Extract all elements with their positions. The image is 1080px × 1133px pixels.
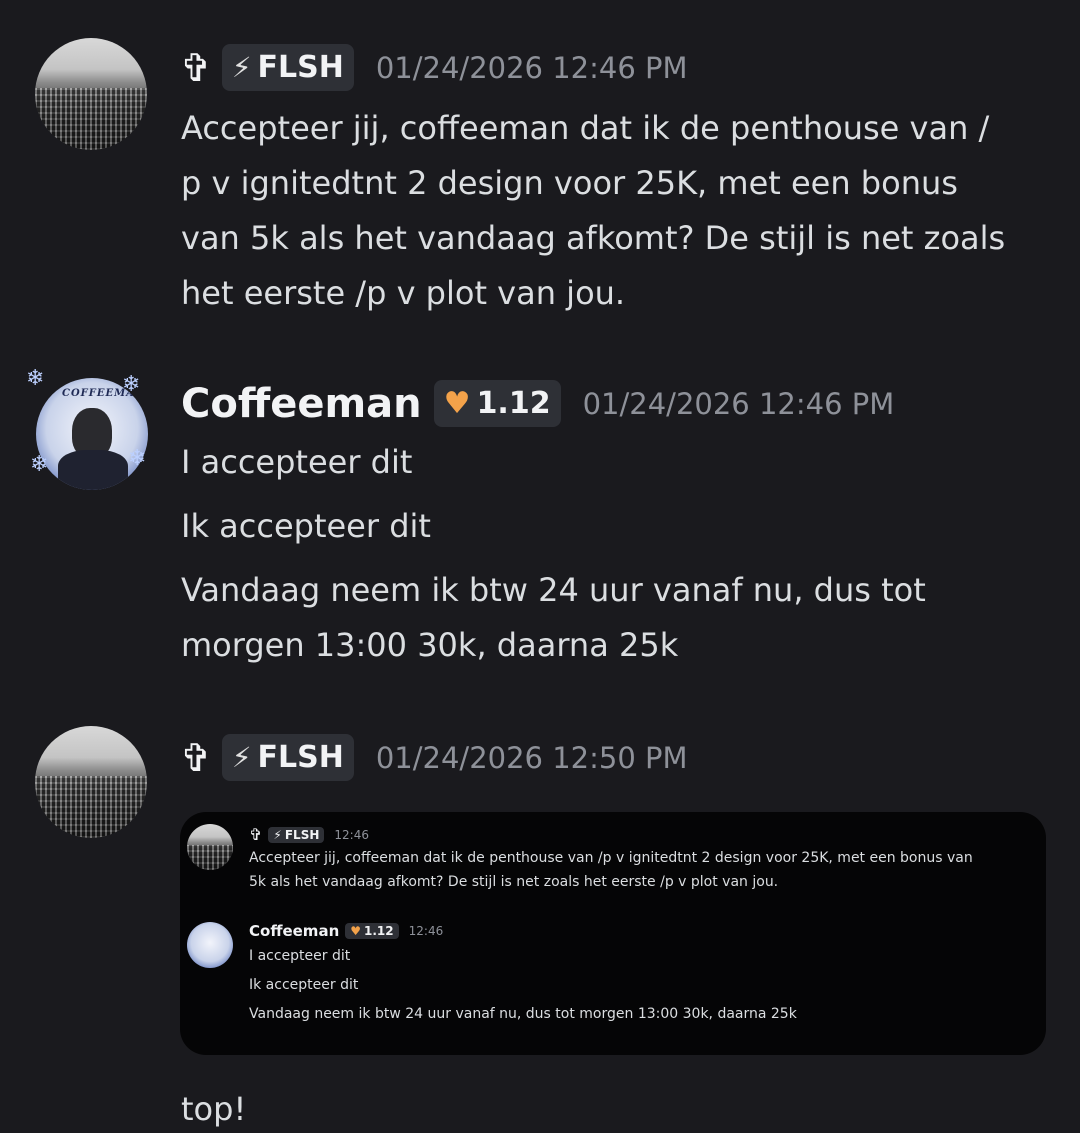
timestamp: 01/24/2026 12:46 PM <box>582 386 895 421</box>
embed-message-body: I accepteer dit Ik accepteer dit Vandaag… <box>249 944 1039 1026</box>
bolt-icon: ⚡ <box>273 827 282 842</box>
heart-icon: ♥ <box>443 386 471 421</box>
embed-line: I accepteer dit <box>249 948 351 964</box>
message-line: Ik accepteer dit <box>181 507 431 545</box>
username[interactable]: Coffeeman <box>181 381 422 427</box>
embed-header: Coffeeman ♥ 1.12 12:46 <box>249 922 443 940</box>
message-line: Vandaag neem ik btw 24 uur vanaf nu, dus… <box>181 571 926 609</box>
message-body: I accepteer dit <box>181 435 1051 490</box>
user-avatar-flsh[interactable] <box>35 726 147 838</box>
embed-header: ✞ ⚡ FLSH 12:46 <box>249 825 369 844</box>
message-header: ✞ ⚡ FLSH 01/24/2026 12:50 PM <box>180 734 688 781</box>
bolt-icon: ⚡ <box>231 51 252 84</box>
message-line: Accepteer jij, coffeeman dat ik de penth… <box>181 109 990 147</box>
user-avatar-flsh[interactable] <box>35 38 147 150</box>
embed-line: Ik accepteer dit <box>249 977 359 993</box>
bolt-icon: ⚡ <box>231 741 252 774</box>
message-body: Accepteer jij, coffeeman dat ik de penth… <box>181 101 1051 321</box>
message-body: Ik accepteer dit <box>181 499 1051 554</box>
embed-line: Vandaag neem ik btw 24 uur vanaf nu, dus… <box>249 1006 797 1022</box>
timestamp: 01/24/2026 12:50 PM <box>375 740 688 775</box>
embed-timestamp: 12:46 <box>334 827 369 842</box>
embed-timestamp: 12:46 <box>408 924 444 938</box>
message-line: top! <box>181 1090 247 1128</box>
embed-message-body: Accepteer jij, coffeeman dat ik de penth… <box>249 846 1039 894</box>
tag-label: FLSH <box>257 740 344 775</box>
snowflake-icon: ❄ <box>26 366 45 391</box>
message-line: morgen 13:00 30k, daarna 25k <box>181 626 679 664</box>
cross-icon[interactable]: ✞ <box>180 46 212 90</box>
cross-icon[interactable]: ✞ <box>180 736 212 780</box>
tag-label: FLSH <box>257 50 344 85</box>
user-tag[interactable]: ⚡ FLSH <box>221 44 354 91</box>
user-tag[interactable]: ♥ 1.12 <box>433 380 561 427</box>
embed-tag: ⚡ FLSH <box>268 826 325 843</box>
tag-label: 1.12 <box>476 386 551 421</box>
message-line: van 5k als het vandaag afkomt? De stijl … <box>181 219 1006 257</box>
user-tag[interactable]: ⚡ FLSH <box>221 734 354 781</box>
message-line: p v ignitedtnt 2 design voor 25K, met ee… <box>181 164 958 202</box>
image-attachment[interactable]: ✞ ⚡ FLSH 12:46 Accepteer jij, coffeeman … <box>180 812 1046 1055</box>
embed-tag-label: 1.12 <box>364 924 394 938</box>
timestamp: 01/24/2026 12:46 PM <box>375 50 688 85</box>
snowflake-icon: ❄ <box>128 446 147 471</box>
heart-icon: ♥ <box>350 924 362 938</box>
message-line: I accepteer dit <box>181 443 413 481</box>
embed-avatar-flsh <box>187 824 233 870</box>
message-header: Coffeeman ♥ 1.12 01/24/2026 12:46 PM <box>181 380 894 427</box>
message-header: ✞ ⚡ FLSH 01/24/2026 12:46 PM <box>180 44 688 91</box>
snowflake-icon: ❄ <box>122 372 141 397</box>
message-body: top! <box>181 1082 1051 1133</box>
embed-username: Coffeeman <box>249 922 340 940</box>
message-body: Vandaag neem ik btw 24 uur vanaf nu, dus… <box>181 563 1051 673</box>
avatar-body <box>58 450 128 490</box>
embed-line: 5k als het vandaag afkomt? De stijl is n… <box>249 874 779 890</box>
message-line: het eerste /p v plot van jou. <box>181 274 626 312</box>
chat-log: ✞ ⚡ FLSH 01/24/2026 12:46 PM Accepteer j… <box>0 0 1080 1133</box>
cross-icon: ✞ <box>249 825 263 844</box>
embed-tag-label: FLSH <box>284 827 320 842</box>
embed-tag: ♥ 1.12 <box>345 923 399 939</box>
snowflake-icon: ❄ <box>30 452 49 477</box>
embed-line: Accepteer jij, coffeeman dat ik de penth… <box>249 850 973 866</box>
embed-avatar-coffeeman <box>187 922 233 968</box>
